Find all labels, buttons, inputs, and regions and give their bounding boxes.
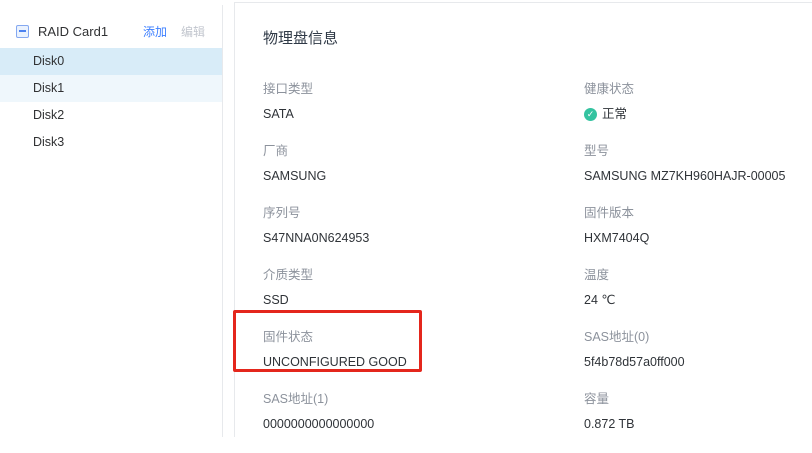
disk-item-disk3[interactable]: Disk3 (0, 129, 222, 156)
field-label: 容量 (584, 391, 812, 407)
physical-disk-info-panel: 物理盘信息 接口类型 SATA 健康状态 ✓ 正常 厂商 SAMSUNG 型号 … (234, 2, 812, 437)
raid-card-node[interactable]: RAID Card1 添加 编辑 (0, 17, 222, 45)
field-label: 固件状态 (263, 329, 584, 345)
field-label: 厂商 (263, 143, 584, 159)
disk-item-disk2[interactable]: Disk2 (0, 102, 222, 129)
field-interface-type: 接口类型 SATA (263, 81, 584, 122)
field-value: SAMSUNG MZ7KH960HAJR-00005 (584, 168, 812, 184)
page-title: 物理盘信息 (263, 29, 812, 49)
disk-list: Disk0 Disk1 Disk2 Disk3 (0, 48, 222, 156)
field-model: 型号 SAMSUNG MZ7KH960HAJR-00005 (584, 143, 812, 184)
field-value: UNCONFIGURED GOOD (263, 354, 584, 370)
field-sas-address-1: SAS地址(1) 0000000000000000 (263, 391, 584, 432)
field-firmware-version: 固件版本 HXM7404Q (584, 205, 812, 246)
field-label: 介质类型 (263, 267, 584, 283)
health-status-text: 正常 (602, 106, 627, 122)
field-label: 固件版本 (584, 205, 812, 221)
collapse-minus-icon[interactable] (16, 25, 29, 38)
disk-item-disk0[interactable]: Disk0 (0, 48, 222, 75)
field-label: SAS地址(0) (584, 329, 812, 345)
field-media-type: 介质类型 SSD (263, 267, 584, 308)
field-label: 温度 (584, 267, 812, 283)
field-value: 0000000000000000 (263, 416, 584, 432)
edit-link[interactable]: 编辑 (181, 23, 205, 40)
field-vendor: 厂商 SAMSUNG (263, 143, 584, 184)
field-value: SSD (263, 292, 584, 308)
field-sas-address-0: SAS地址(0) 5f4b78d57a0ff000 (584, 329, 812, 370)
field-label: 健康状态 (584, 81, 812, 97)
field-health-status: 健康状态 ✓ 正常 (584, 81, 812, 122)
field-temperature: 温度 24 ℃ (584, 267, 812, 308)
field-value: S47NNA0N624953 (263, 230, 584, 246)
field-value: SAMSUNG (263, 168, 584, 184)
raid-card-label: RAID Card1 (38, 24, 108, 39)
field-value: HXM7404Q (584, 230, 812, 246)
field-label: 型号 (584, 143, 812, 159)
field-firmware-state: 固件状态 UNCONFIGURED GOOD (263, 329, 584, 370)
disk-info-grid: 接口类型 SATA 健康状态 ✓ 正常 厂商 SAMSUNG 型号 SAMSUN… (263, 81, 812, 453)
raid-actions: 添加 编辑 (143, 23, 205, 40)
raid-tree-sidebar: RAID Card1 添加 编辑 Disk0 Disk1 Disk2 Disk3 (0, 5, 223, 437)
field-serial-number: 序列号 S47NNA0N624953 (263, 205, 584, 246)
add-link[interactable]: 添加 (143, 23, 167, 40)
field-value: SATA (263, 106, 584, 122)
field-capacity: 容量 0.872 TB (584, 391, 812, 432)
disk-item-disk1[interactable]: Disk1 (0, 75, 222, 102)
field-label: 接口类型 (263, 81, 584, 97)
field-value: 24 ℃ (584, 292, 812, 308)
field-value: ✓ 正常 (584, 106, 812, 122)
field-label: 序列号 (263, 205, 584, 221)
field-value: 0.872 TB (584, 416, 812, 432)
check-circle-icon: ✓ (584, 108, 597, 121)
field-value: 5f4b78d57a0ff000 (584, 354, 812, 370)
field-label: SAS地址(1) (263, 391, 584, 407)
